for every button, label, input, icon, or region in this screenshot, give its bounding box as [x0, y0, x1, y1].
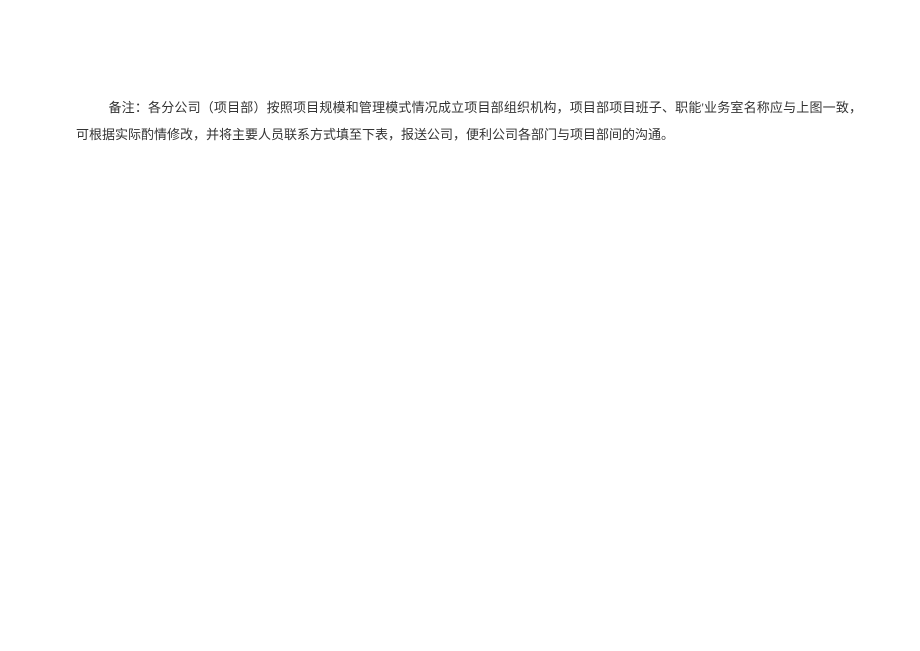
document-content: 备注：各分公司（项目部）按照项目规模和管理模式情况成立项目部组织机构，项目部项目…	[76, 94, 862, 149]
note-paragraph: 备注：各分公司（项目部）按照项目规模和管理模式情况成立项目部组织机构，项目部项目…	[76, 94, 862, 149]
